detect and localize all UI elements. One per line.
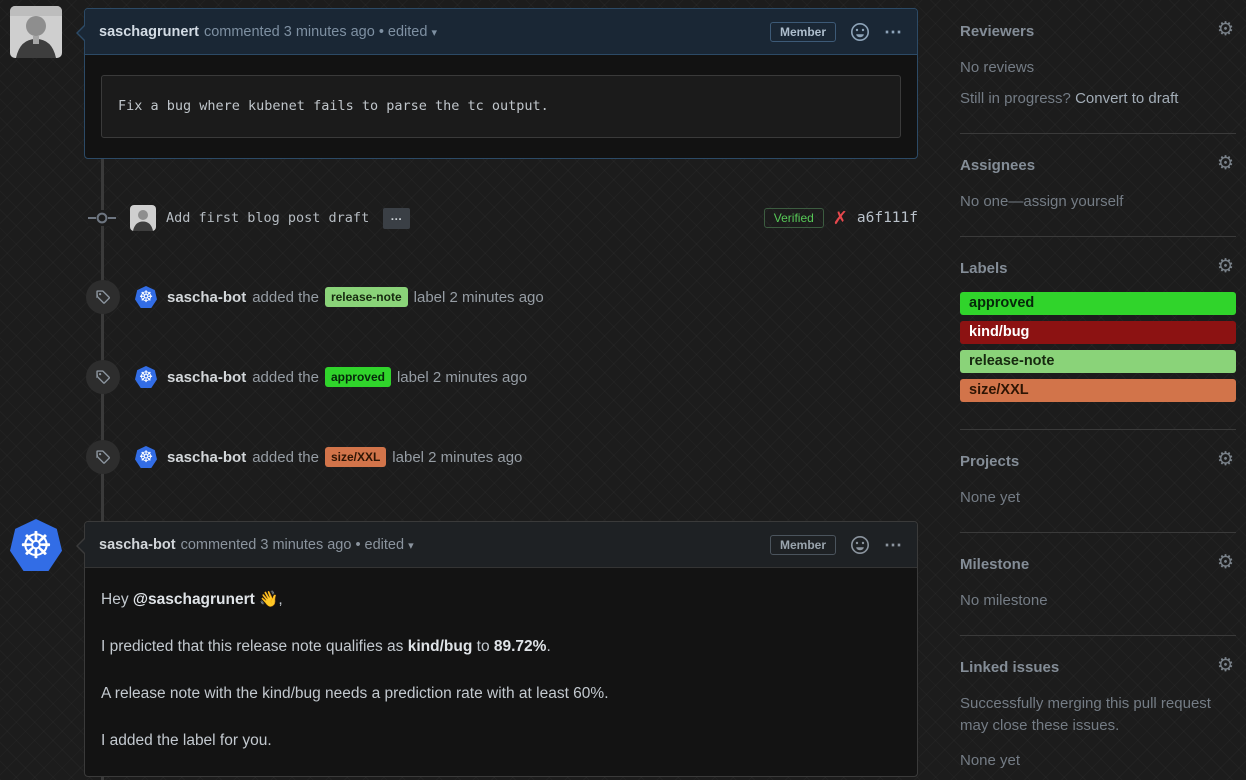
edited-label: edited <box>365 537 405 553</box>
comment-header: saschagrunert commented 3 minutes ago • … <box>85 9 917 55</box>
event-suffix: label 2 minutes ago <box>392 449 522 466</box>
label-event-row: ☸ sascha-bot added the size/XXL label 2 minu… <box>86 440 918 474</box>
kubernetes-wheel-icon: ☸ <box>139 447 153 467</box>
gear-icon[interactable]: ⚙ <box>1217 256 1234 276</box>
comment-saschagrunert: saschagrunert commented 3 minutes ago • … <box>84 8 918 159</box>
comment-timestamp[interactable]: commented 3 minutes ago • <box>181 537 361 553</box>
commit-hash-link[interactable]: a6f111f <box>857 210 918 226</box>
sidebar-labels-list: approved kind/bug release-note size/XXL <box>960 292 1236 402</box>
event-label-chip[interactable]: approved <box>325 367 391 387</box>
smiley-icon <box>850 535 870 555</box>
commit-message-link[interactable]: Add first blog post draft <box>166 210 369 226</box>
member-badge: Member <box>770 22 836 42</box>
reviewers-empty-text: No reviews <box>960 57 1236 79</box>
tag-icon <box>86 440 120 474</box>
draft-hint-text: Still in progress? <box>960 90 1071 107</box>
event-label-chip[interactable]: size/XXL <box>325 447 386 467</box>
comment-header: sascha-bot commented 3 minutes ago • edi… <box>85 522 917 568</box>
pr-sidebar: Reviewers ⚙ No reviews Still in progress… <box>960 0 1236 780</box>
gear-icon[interactable]: ⚙ <box>1217 449 1234 469</box>
gear-icon[interactable]: ⚙ <box>1217 655 1234 675</box>
comment-paragraph: I predicted that this release note quali… <box>101 635 901 658</box>
sidebar-section-projects: Projects ⚙ None yet <box>960 430 1236 533</box>
kubernetes-wheel-icon: ☸ <box>139 367 153 387</box>
gear-icon[interactable]: ⚙ <box>1217 153 1234 173</box>
edited-dropdown-caret[interactable]: ▾ <box>408 539 414 552</box>
event-actor[interactable]: sascha-bot <box>167 449 246 466</box>
comment-author[interactable]: sascha-bot <box>99 537 176 553</box>
smiley-icon <box>850 22 870 42</box>
comment-paragraph: A release note with the kind/bug needs a… <box>101 682 901 705</box>
sidebar-section-labels: Labels ⚙ approved kind/bug release-note siz… <box>960 237 1236 430</box>
member-badge: Member <box>770 535 836 555</box>
sidebar-label-chip[interactable]: release-note <box>960 350 1236 373</box>
comment-author[interactable]: saschagrunert <box>99 24 199 40</box>
event-action: added the <box>252 289 319 306</box>
status-failed-icon[interactable]: ✗ <box>833 208 848 229</box>
linked-issues-empty-text: None yet <box>960 750 1236 772</box>
comment-body: Hey @saschagrunert 👋, I predicted that th… <box>85 568 917 752</box>
tag-icon <box>86 360 120 394</box>
release-note-code-block: Fix a bug where kubenet fails to parse t… <box>101 75 901 138</box>
tag-icon <box>86 280 120 314</box>
sidebar-section-reviewers: Reviewers ⚙ No reviews Still in progress… <box>960 0 1236 134</box>
section-title: Labels <box>960 260 1236 277</box>
comment-sascha-bot: sascha-bot commented 3 minutes ago • edi… <box>84 521 918 777</box>
section-title: Linked issues <box>960 659 1236 676</box>
avatar-saschagrunert[interactable] <box>10 6 62 58</box>
section-title: Reviewers <box>960 23 1236 40</box>
avatar-sascha-bot[interactable]: ☸ <box>10 519 62 571</box>
pr-timeline-column: saschagrunert commented 3 minutes ago • … <box>0 0 935 780</box>
event-action: added the <box>252 369 319 386</box>
event-action: added the <box>252 449 319 466</box>
sidebar-label-chip[interactable]: kind/bug <box>960 321 1236 344</box>
assignees-empty-text[interactable]: No one—assign yourself <box>960 191 1236 213</box>
kebab-menu-icon[interactable]: ⋯ <box>884 27 903 37</box>
comment-paragraph: Hey @saschagrunert 👋, <box>101 588 901 611</box>
sidebar-section-assignees: Assignees ⚙ No one—assign yourself <box>960 134 1236 237</box>
sidebar-label-chip[interactable]: size/XXL <box>960 379 1236 402</box>
event-suffix: label 2 minutes ago <box>397 369 527 386</box>
label-event-row: ☸ sascha-bot added the approved label 2 minu… <box>86 360 918 394</box>
sidebar-label-chip[interactable]: approved <box>960 292 1236 315</box>
bot-avatar[interactable]: ☸ <box>135 366 157 388</box>
kubernetes-wheel-icon: ☸ <box>139 287 153 307</box>
comment-paragraph: I added the label for you. <box>101 729 901 752</box>
edited-label: edited <box>388 24 428 40</box>
emoji-reaction-button[interactable] <box>850 22 870 42</box>
verified-badge[interactable]: Verified <box>764 208 824 228</box>
bot-avatar[interactable]: ☸ <box>135 286 157 308</box>
label-event-row: ☸ sascha-bot added the release-note label 2 … <box>86 280 918 314</box>
sidebar-section-linked-issues: Linked issues ⚙ Successfully merging thi… <box>960 636 1236 780</box>
event-suffix: label 2 minutes ago <box>414 289 544 306</box>
person-portrait-icon <box>10 6 62 58</box>
milestone-empty-text: No milestone <box>960 590 1236 612</box>
section-title: Projects <box>960 453 1236 470</box>
git-commit-icon <box>88 210 116 226</box>
sidebar-section-milestone: Milestone ⚙ No milestone <box>960 533 1236 636</box>
commit-author-avatar[interactable] <box>130 205 156 231</box>
convert-to-draft-link[interactable]: Convert to draft <box>1075 90 1178 107</box>
kebab-menu-icon[interactable]: ⋯ <box>884 540 903 550</box>
event-label-chip[interactable]: release-note <box>325 287 408 307</box>
event-actor[interactable]: sascha-bot <box>167 369 246 386</box>
label-events-list: ☸ sascha-bot added the release-note label 2 … <box>86 280 918 520</box>
comment-timestamp[interactable]: commented 3 minutes ago • <box>204 24 384 40</box>
convert-to-draft-row: Still in progress? Convert to draft <box>960 88 1236 110</box>
linked-issues-desc: Successfully merging this pull request m… <box>960 693 1236 737</box>
kubernetes-wheel-icon: ☸ <box>19 524 52 567</box>
person-portrait-icon <box>130 205 156 231</box>
gear-icon[interactable]: ⚙ <box>1217 552 1234 572</box>
commit-event-row: Add first blog post draft … Verified ✗ a… <box>88 202 918 234</box>
section-title: Assignees <box>960 157 1236 174</box>
gear-icon[interactable]: ⚙ <box>1217 19 1234 39</box>
commit-description-expander[interactable]: … <box>383 208 410 229</box>
event-actor[interactable]: sascha-bot <box>167 289 246 306</box>
emoji-reaction-button[interactable] <box>850 535 870 555</box>
projects-empty-text: None yet <box>960 487 1236 509</box>
edited-dropdown-caret[interactable]: ▾ <box>431 26 437 39</box>
comment-body: Fix a bug where kubenet fails to parse t… <box>85 55 917 158</box>
section-title: Milestone <box>960 556 1236 573</box>
bot-avatar[interactable]: ☸ <box>135 446 157 468</box>
